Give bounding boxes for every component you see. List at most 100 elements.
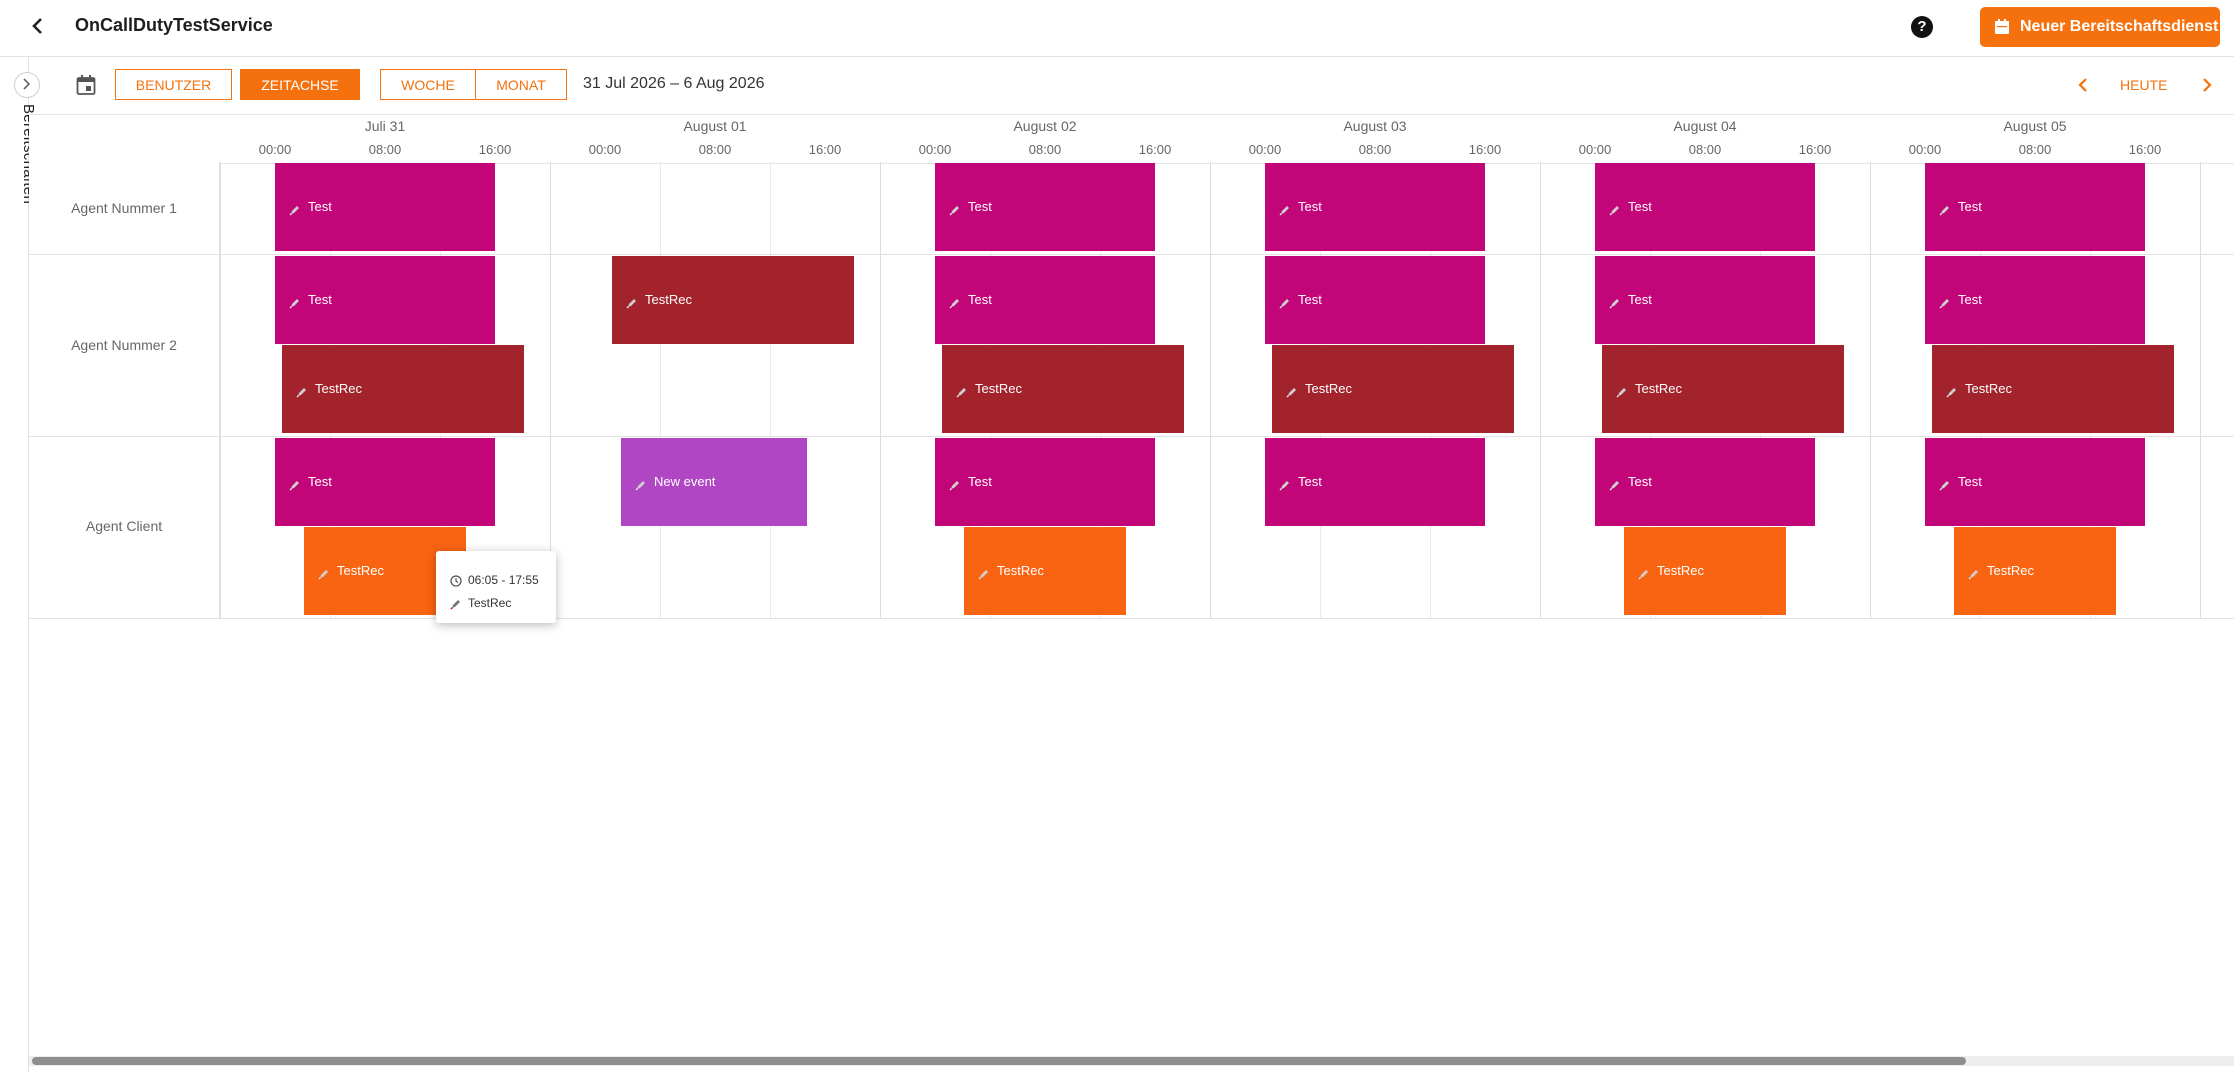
event-block[interactable]: TestRec — [1624, 527, 1786, 615]
hour-label: 16:00 — [478, 142, 512, 157]
week-view-button[interactable]: WOCHE — [380, 69, 476, 100]
event-block[interactable]: Test — [935, 438, 1155, 526]
hour-label: 08:00 — [698, 142, 732, 157]
pen-icon — [289, 296, 301, 309]
event-title: Test — [1298, 199, 1322, 214]
event-block[interactable]: Test — [1595, 163, 1815, 251]
hour-label: 16:00 — [808, 142, 842, 157]
event-title: TestRec — [1635, 381, 1682, 396]
pen-icon — [1609, 478, 1621, 491]
day-label: August 05 — [2003, 118, 2067, 134]
calendar-picker-icon[interactable] — [76, 74, 96, 96]
pen-icon — [626, 296, 638, 309]
row-divider — [29, 254, 2234, 255]
row-divider — [29, 618, 2234, 619]
event-title: Test — [1958, 199, 1982, 214]
event-block[interactable]: Test — [1925, 438, 2145, 526]
event-block[interactable]: TestRec — [1932, 345, 2174, 433]
event-block[interactable]: Test — [275, 256, 495, 344]
pen-icon — [1939, 203, 1951, 216]
event-block[interactable]: TestRec — [282, 345, 524, 433]
event-block[interactable]: Test — [1925, 256, 2145, 344]
day-gridline — [1540, 162, 1541, 618]
tab-timeline[interactable]: ZEITACHSE — [240, 69, 360, 100]
pen-icon — [318, 567, 330, 580]
side-panel-rail — [0, 57, 29, 1072]
tooltip-time: 06:05 - 17:55 — [468, 573, 539, 587]
event-title: Test — [1958, 474, 1982, 489]
pen-icon — [289, 478, 301, 491]
clock-icon — [450, 574, 462, 592]
pen-icon — [450, 597, 462, 615]
event-block[interactable]: TestRec — [1272, 345, 1514, 433]
pen-icon — [1609, 203, 1621, 216]
event-block[interactable]: TestRec — [964, 527, 1126, 615]
hour-label: 16:00 — [1798, 142, 1832, 157]
new-on-call-duty-button[interactable]: Neuer Bereitschaftsdienst — [1980, 7, 2220, 47]
event-block[interactable]: Test — [1595, 438, 1815, 526]
resource-column — [29, 162, 220, 618]
event-block[interactable]: TestRec — [612, 256, 854, 344]
event-block[interactable]: Test — [275, 438, 495, 526]
event-title: TestRec — [645, 292, 692, 307]
hour-label: 08:00 — [1028, 142, 1062, 157]
day-gridline — [1210, 162, 1211, 618]
event-title: Test — [1298, 292, 1322, 307]
event-block[interactable]: Test — [1265, 256, 1485, 344]
resource-label-agent-1: Agent Nummer 1 — [71, 200, 177, 216]
event-block[interactable]: TestRec — [942, 345, 1184, 433]
pen-icon — [956, 385, 968, 398]
scrollbar-thumb[interactable] — [32, 1057, 1966, 1065]
event-block[interactable]: TestRec — [1954, 527, 2116, 615]
pen-icon — [949, 203, 961, 216]
event-title: TestRec — [1965, 381, 2012, 396]
event-title: TestRec — [975, 381, 1022, 396]
hour-label: 16:00 — [1138, 142, 1172, 157]
today-button[interactable]: HEUTE — [2120, 77, 2167, 93]
hour-label: 08:00 — [2018, 142, 2052, 157]
event-title: TestRec — [315, 381, 362, 396]
hour-label: 08:00 — [1688, 142, 1722, 157]
hour-label: 00:00 — [1248, 142, 1282, 157]
page-title: OnCallDutyTestService — [75, 15, 273, 35]
pen-icon — [949, 478, 961, 491]
month-view-button[interactable]: MONAT — [475, 69, 567, 100]
event-block[interactable]: Test — [1595, 256, 1815, 344]
event-block[interactable]: New event — [621, 438, 807, 526]
pen-icon — [1939, 296, 1951, 309]
event-block[interactable]: Test — [275, 163, 495, 251]
event-block[interactable]: TestRec — [1602, 345, 1844, 433]
day-label: August 04 — [1673, 118, 1737, 134]
hour-label: 16:00 — [1468, 142, 1502, 157]
pen-icon — [296, 385, 308, 398]
event-tooltip: 06:05 - 17:55 TestRec — [436, 551, 556, 623]
day-gridline — [220, 162, 221, 618]
pen-icon — [1609, 296, 1621, 309]
pen-icon — [635, 478, 647, 491]
event-block[interactable]: Test — [935, 163, 1155, 251]
event-title: Test — [308, 199, 332, 214]
tab-users[interactable]: BENUTZER — [115, 69, 232, 100]
day-gridline — [550, 162, 551, 618]
back-icon[interactable] — [26, 14, 50, 38]
top-bar — [0, 0, 2234, 57]
event-title: Test — [968, 199, 992, 214]
help-icon[interactable]: ? — [1911, 16, 1933, 38]
previous-period-icon[interactable] — [2076, 76, 2090, 94]
hour-label: 00:00 — [588, 142, 622, 157]
event-block[interactable]: Test — [1925, 163, 2145, 251]
event-block[interactable]: Test — [935, 256, 1155, 344]
event-title: Test — [1298, 474, 1322, 489]
event-block[interactable]: Test — [1265, 163, 1485, 251]
hour-label: 00:00 — [1908, 142, 1942, 157]
event-block[interactable]: Test — [1265, 438, 1485, 526]
event-title: Test — [968, 292, 992, 307]
next-period-icon[interactable] — [2200, 76, 2214, 94]
event-title: TestRec — [1987, 563, 2034, 578]
event-title: TestRec — [1305, 381, 1352, 396]
event-title: Test — [1958, 292, 1982, 307]
resource-label-agent-2: Agent Nummer 2 — [71, 337, 177, 353]
day-gridline — [1870, 162, 1871, 618]
expand-sidebar-button[interactable] — [14, 72, 40, 98]
hour-gridline — [770, 162, 771, 618]
